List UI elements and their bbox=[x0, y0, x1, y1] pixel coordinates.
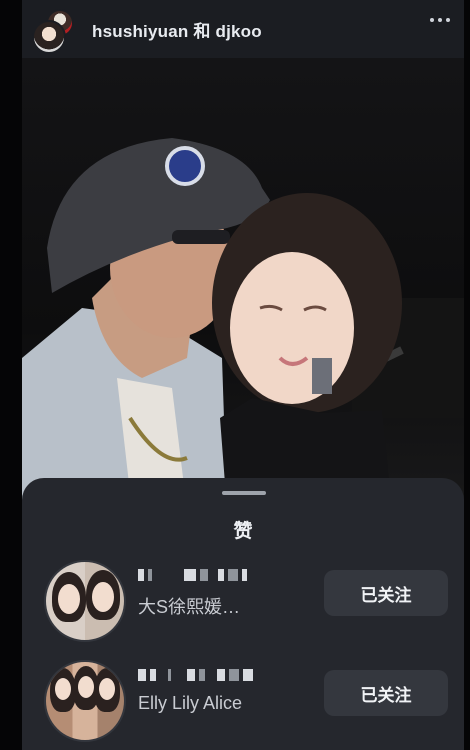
more-options-button[interactable] bbox=[430, 18, 450, 22]
liker-row[interactable]: 大S徐熙媛… 已关注 bbox=[22, 560, 464, 642]
liker-avatar[interactable] bbox=[44, 660, 126, 742]
mask-block bbox=[138, 569, 144, 581]
author-avatars[interactable] bbox=[30, 6, 76, 54]
mask-block bbox=[184, 569, 196, 581]
mask-block bbox=[199, 669, 205, 681]
more-dot-icon bbox=[438, 18, 442, 22]
more-dot-icon bbox=[430, 18, 434, 22]
mask-block bbox=[187, 669, 195, 681]
mask-block bbox=[200, 569, 208, 581]
avatar-face-shape bbox=[99, 678, 115, 700]
mask-block bbox=[228, 569, 238, 581]
author-avatar-hsushiyuan[interactable] bbox=[32, 20, 66, 54]
mask-block bbox=[242, 569, 247, 581]
app-frame: hsushiyuan 和 djkoo 赞 大S徐熙媛… 已关注 Elly Lil… bbox=[0, 0, 470, 750]
left-edge bbox=[0, 0, 22, 750]
mask-block bbox=[217, 669, 225, 681]
following-button[interactable]: 已关注 bbox=[324, 670, 448, 716]
more-dot-icon bbox=[446, 18, 450, 22]
drag-handle[interactable] bbox=[222, 491, 266, 495]
post-authors-title[interactable]: hsushiyuan 和 djkoo bbox=[92, 17, 262, 42]
mask-block bbox=[168, 669, 171, 681]
mask-block bbox=[229, 669, 239, 681]
right-edge bbox=[464, 0, 470, 750]
mask-block bbox=[150, 669, 156, 681]
likes-sheet: 赞 大S徐熙媛… 已关注 Elly Lily Alice 已关注 bbox=[22, 478, 464, 750]
liker-avatar[interactable] bbox=[44, 560, 126, 642]
mask-block bbox=[243, 669, 253, 681]
liker-row[interactable]: Elly Lily Alice 已关注 bbox=[22, 660, 464, 742]
avatar-face-shape bbox=[92, 582, 114, 612]
post-header: hsushiyuan 和 djkoo bbox=[22, 0, 464, 58]
post-photo[interactable] bbox=[22, 58, 464, 510]
photo-illustration bbox=[22, 138, 464, 510]
avatar-face-shape bbox=[58, 584, 80, 614]
avatar-face-shape bbox=[55, 678, 71, 700]
mask-block bbox=[218, 569, 224, 581]
masked-username bbox=[138, 566, 247, 584]
likes-sheet-title: 赞 bbox=[233, 521, 253, 542]
mask-block bbox=[148, 569, 152, 581]
liker-display-name: 大S徐熙媛… bbox=[138, 597, 241, 617]
mask-block bbox=[138, 669, 146, 681]
liker-display-name: Elly Lily Alice bbox=[138, 693, 243, 713]
following-button[interactable]: 已关注 bbox=[324, 570, 448, 616]
avatar-face-shape bbox=[78, 676, 94, 698]
masked-username bbox=[138, 666, 253, 684]
